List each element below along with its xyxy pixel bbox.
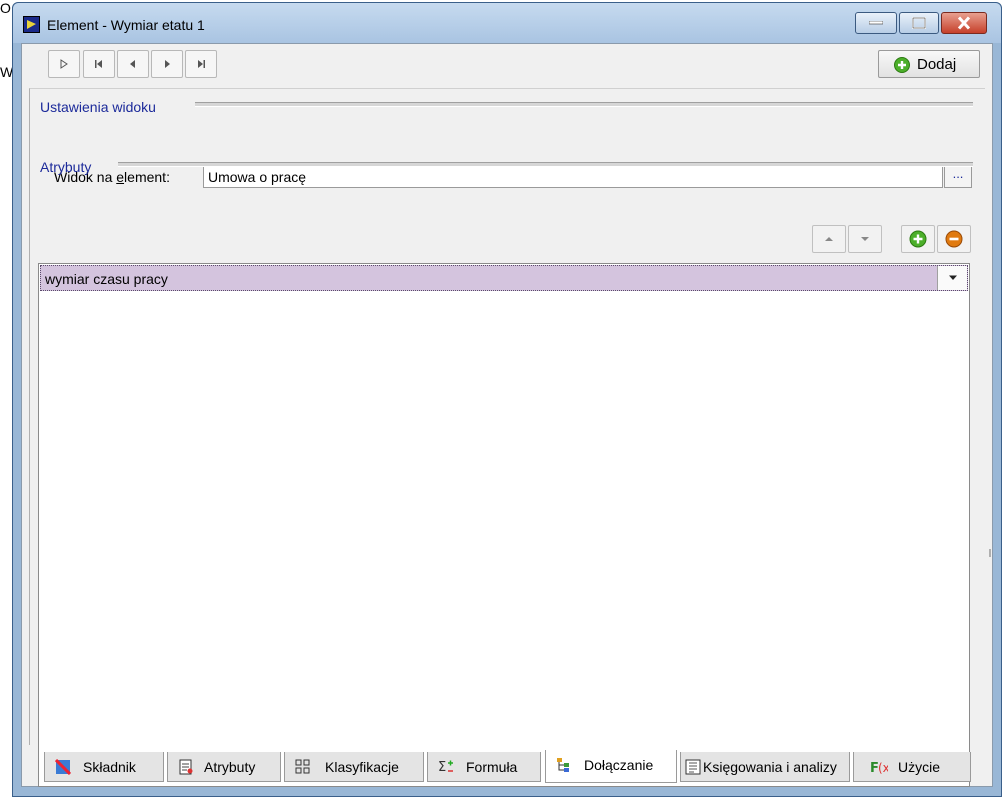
close-button[interactable] [941,12,987,34]
app-icon [23,16,40,33]
main-panel: Ustawienia widoku Widok na element: Umow… [29,88,991,787]
label-part: lement: [124,169,170,185]
attributes-list[interactable]: wymiar czasu pracy [38,263,970,787]
browse-button[interactable]: ... [944,164,972,188]
arrow-up-icon [825,237,833,241]
attributes-title: Atrybuty [40,159,92,175]
attributes-icon [179,759,193,775]
attribute-dropdown-button[interactable] [937,266,967,290]
first-record-button[interactable] [83,50,115,78]
tab-label: Atrybuty [204,759,256,775]
play-button[interactable] [48,50,80,78]
accounting-icon [685,759,701,775]
tab-label: Dołączanie [584,757,654,773]
title-bar[interactable]: Element - Wymiar etatu 1 [13,3,1001,43]
move-up-button[interactable] [812,225,846,253]
next-record-button[interactable] [151,50,183,78]
client-area: Dodaj Ustawienia widoku Widok na element… [21,43,993,787]
tab-formula[interactable]: Σ Formuła [427,752,541,782]
tab-atrybuty[interactable]: Atrybuty [167,752,281,782]
classification-icon [295,759,310,774]
add-button-label: Dodaj [917,56,957,73]
arrow-down-icon [861,237,869,241]
add-attribute-button[interactable] [901,225,935,253]
tab-dolaczanie[interactable]: Dołączanie [545,750,677,783]
tab-uzycie[interactable]: F(x) Użycie [853,752,971,782]
scroll-grip [989,549,991,557]
move-down-button[interactable] [848,225,882,253]
window-title: Element - Wymiar etatu 1 [47,17,205,33]
view-on-element-field[interactable]: Umowa o pracę [203,164,943,188]
remove-icon [945,230,963,248]
tab-label: Składnik [83,759,136,775]
attach-icon [557,758,569,772]
add-button[interactable]: Dodaj [878,50,980,78]
section-divider [195,102,973,107]
background-text: O [0,0,11,16]
previous-record-button[interactable] [117,50,149,78]
tab-label: Księgowania i analizy [703,759,837,775]
component-icon [55,759,71,775]
svg-text:Σ: Σ [438,760,446,775]
view-settings-title: Ustawienia widoku [40,99,156,115]
tab-label: Formuła [466,759,518,775]
element-window: Element - Wymiar etatu 1 Dodaj Ustawieni… [12,2,1002,797]
remove-attribute-button[interactable] [937,225,971,253]
list-item[interactable]: wymiar czasu pracy [40,265,968,291]
tab-ksiegowania[interactable]: Księgowania i analizy [680,752,850,782]
function-icon: F(x) [870,761,888,775]
last-record-button[interactable] [185,50,217,78]
chevron-down-icon [948,275,957,280]
add-icon [894,57,910,73]
add-icon [909,230,927,248]
tab-skladnik[interactable]: Składnik [44,752,164,782]
tab-klasyfikacje[interactable]: Klasyfikacje [284,752,424,782]
tab-label: Użycie [898,759,941,775]
tab-label: Klasyfikacje [325,759,399,775]
maximize-button[interactable] [899,12,939,34]
formula-icon: Σ [438,760,453,775]
label-accelerator: e [116,169,125,185]
section-divider [118,162,973,167]
list-item-label: wymiar czasu pracy [45,271,168,287]
minimize-button[interactable] [855,12,897,34]
navigation-toolbar: Dodaj [22,44,992,88]
svg-text:(x): (x) [878,761,888,775]
background-window [0,0,12,803]
